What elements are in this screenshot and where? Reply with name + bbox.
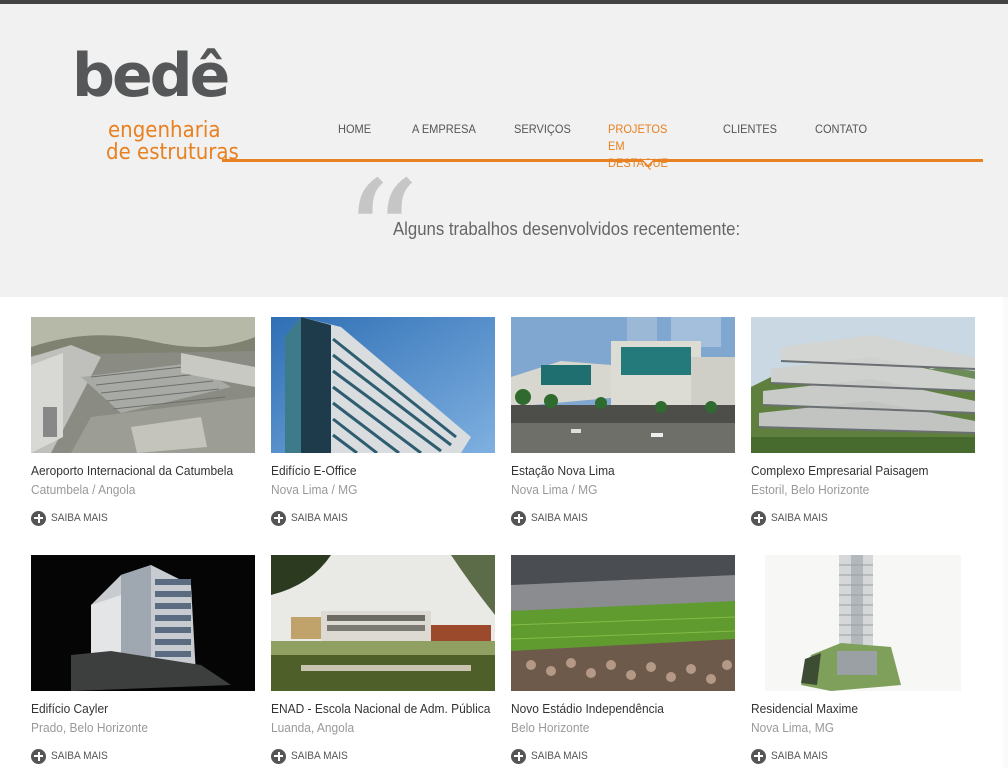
- saiba-mais-button[interactable]: SAIBA MAIS: [511, 510, 593, 526]
- projects-grid: Aeroporto Internacional da Catumbela Cat…: [0, 297, 1008, 768]
- saiba-mais-label: SAIBA MAIS: [291, 512, 348, 524]
- nav-a-empresa[interactable]: A EMPRESA: [412, 121, 476, 138]
- saiba-mais-button[interactable]: SAIBA MAIS: [31, 748, 113, 764]
- saiba-mais-button[interactable]: SAIBA MAIS: [271, 748, 353, 764]
- saiba-mais-label: SAIBA MAIS: [531, 750, 588, 762]
- main-nav: HOME A EMPRESA SERVIÇOS PROJETOS EM DEST…: [222, 118, 983, 170]
- project-image-commercial[interactable]: [511, 317, 735, 453]
- site-header: bedê engenharia de estruturas HOME A EMP…: [0, 4, 1008, 312]
- project-location: Belo Horizonte: [511, 720, 590, 735]
- project-location: Catumbela / Angola: [31, 482, 136, 497]
- saiba-mais-label: SAIBA MAIS: [531, 512, 588, 524]
- project-title[interactable]: Aeroporto Internacional da Catumbela: [31, 463, 233, 478]
- nav-contato[interactable]: CONTATO: [815, 121, 867, 138]
- plus-circle-icon: [31, 748, 46, 764]
- project-title[interactable]: Estação Nova Lima: [511, 463, 615, 478]
- nav-servicos[interactable]: SERVIÇOS: [514, 121, 571, 138]
- logo-tagline-line2: de estruturas: [106, 140, 239, 165]
- nav-active-indicator-inner: [643, 160, 653, 165]
- project-image-office[interactable]: [271, 317, 495, 453]
- plus-circle-icon: [511, 748, 526, 764]
- plus-circle-icon: [751, 510, 766, 526]
- project-title[interactable]: Novo Estádio Independência: [511, 701, 664, 716]
- plus-circle-icon: [31, 510, 46, 526]
- project-card: ENAD - Escola Nacional de Adm. Pública L…: [271, 555, 495, 764]
- project-image-terraced[interactable]: [751, 317, 975, 453]
- plus-circle-icon: [271, 748, 286, 764]
- saiba-mais-label: SAIBA MAIS: [51, 512, 108, 524]
- project-image-residential-tower[interactable]: [751, 555, 975, 691]
- saiba-mais-button[interactable]: SAIBA MAIS: [271, 510, 353, 526]
- page-scrollbar[interactable]: [1003, 297, 1008, 768]
- project-title[interactable]: Complexo Empresarial Paisagem: [751, 463, 928, 478]
- brand-logo[interactable]: bedê engenharia de estruturas: [72, 36, 239, 176]
- project-location: Nova Lima / MG: [511, 482, 598, 497]
- saiba-mais-button[interactable]: SAIBA MAIS: [751, 510, 833, 526]
- project-card: Estação Nova Lima Nova Lima / MG SAIBA M…: [511, 317, 735, 526]
- saiba-mais-button[interactable]: SAIBA MAIS: [31, 510, 113, 526]
- plus-circle-icon: [271, 510, 286, 526]
- saiba-mais-button[interactable]: SAIBA MAIS: [751, 748, 833, 764]
- project-title[interactable]: Edifício Cayler: [31, 701, 108, 716]
- project-image-school[interactable]: [271, 555, 495, 691]
- saiba-mais-label: SAIBA MAIS: [771, 512, 828, 524]
- project-location: Prado, Belo Horizonte: [31, 720, 149, 735]
- logo-wordmark: bedê: [72, 41, 230, 111]
- project-title[interactable]: Edifício E-Office: [271, 463, 357, 478]
- saiba-mais-button[interactable]: SAIBA MAIS: [511, 748, 593, 764]
- project-title[interactable]: Residencial Maxime: [751, 701, 858, 716]
- plus-circle-icon: [511, 510, 526, 526]
- project-location: Estoril, Belo Horizonte: [751, 482, 870, 497]
- project-card: Novo Estádio Independência Belo Horizont…: [511, 555, 735, 764]
- plus-circle-icon: [751, 748, 766, 764]
- nav-clientes[interactable]: CLIENTES: [723, 121, 777, 138]
- saiba-mais-label: SAIBA MAIS: [51, 750, 108, 762]
- nav-home[interactable]: HOME: [338, 121, 371, 138]
- project-image-stadium[interactable]: [511, 555, 735, 691]
- project-card: Residencial Maxime Nova Lima, MG SAIBA M…: [751, 555, 975, 764]
- project-card: Edifício Cayler Prado, Belo Horizonte SA…: [31, 555, 255, 764]
- project-location: Nova Lima / MG: [271, 482, 358, 497]
- project-card: Aeroporto Internacional da Catumbela Cat…: [31, 317, 255, 526]
- section-tagline: Alguns trabalhos desenvolvidos recenteme…: [393, 219, 741, 239]
- project-location: Nova Lima, MG: [751, 720, 835, 735]
- logo-tagline-line1: engenharia: [108, 118, 221, 143]
- project-image-airport[interactable]: [31, 317, 255, 453]
- project-card: Edifício E-Office Nova Lima / MG SAIBA M…: [271, 317, 495, 526]
- project-location: Luanda, Angola: [271, 720, 355, 735]
- project-title[interactable]: ENAD - Escola Nacional de Adm. Pública: [271, 701, 490, 716]
- saiba-mais-label: SAIBA MAIS: [291, 750, 348, 762]
- project-card: Complexo Empresarial Paisagem Estoril, B…: [751, 317, 975, 526]
- project-image-night-building[interactable]: [31, 555, 255, 691]
- nav-underline: [222, 159, 983, 162]
- saiba-mais-label: SAIBA MAIS: [771, 750, 828, 762]
